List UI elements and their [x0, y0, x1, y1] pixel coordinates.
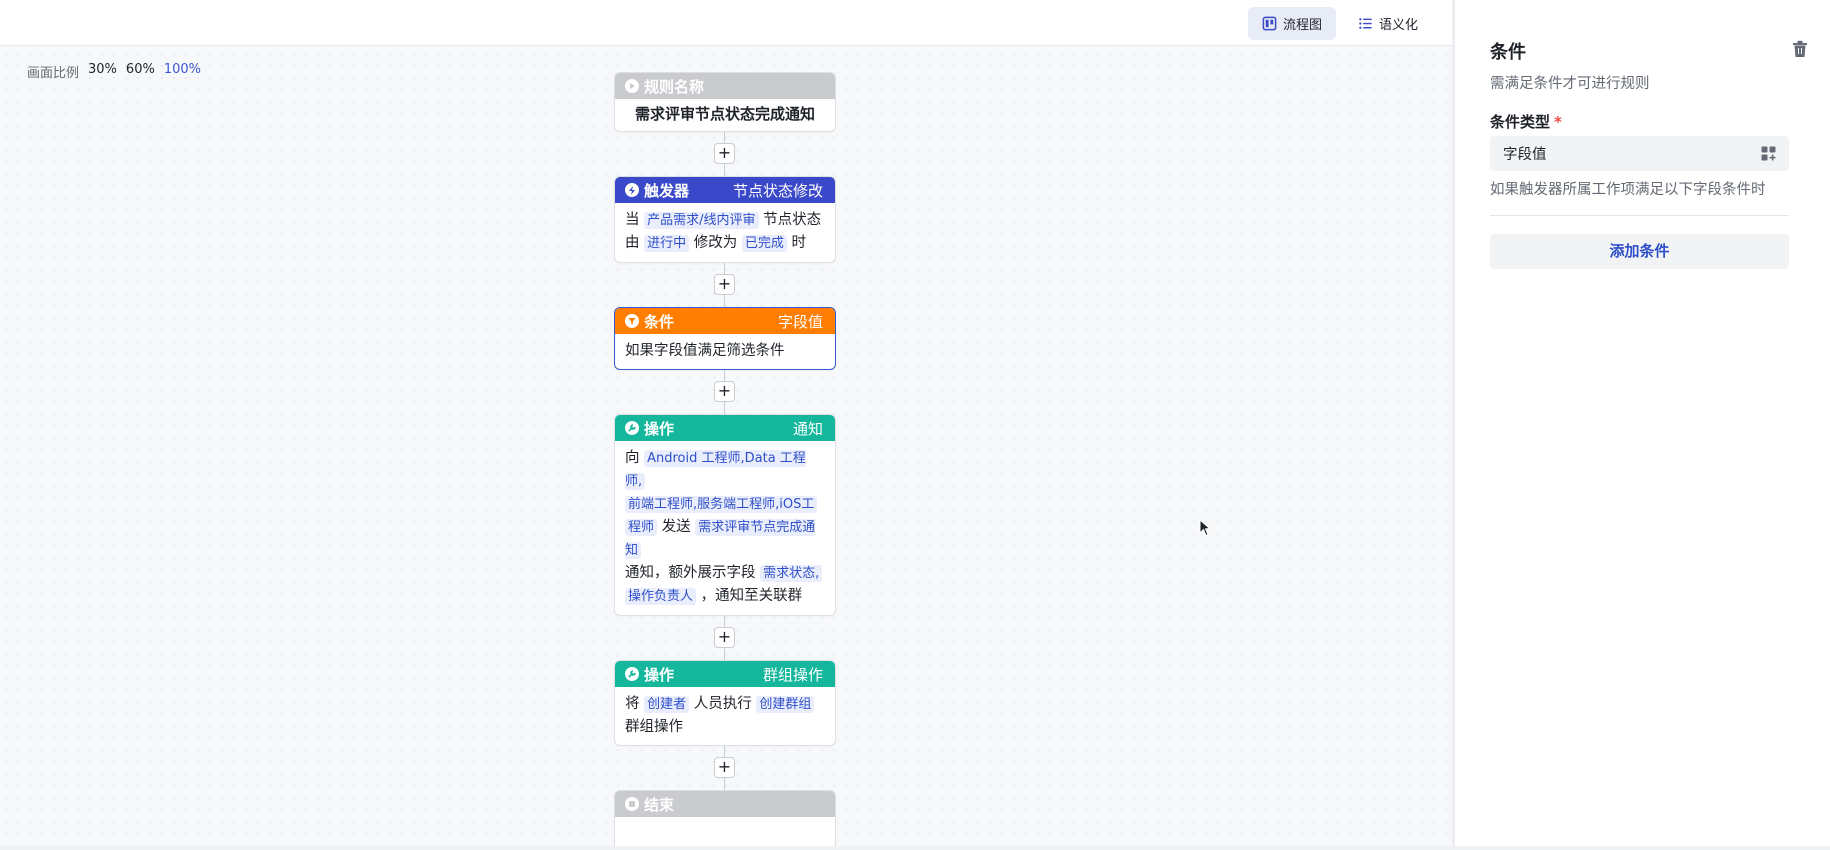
play-icon — [625, 79, 639, 93]
action-tag-fields: 需求状态, — [760, 565, 823, 582]
wrench-icon — [625, 421, 639, 435]
condition-node[interactable]: 条件 字段值 如果字段值满足筛选条件 — [614, 307, 836, 370]
condition-type-label: 条件类型 * — [1490, 111, 1562, 132]
trigger-tag-node: 产品需求/线内评审 — [644, 212, 759, 229]
end-header: 结束 — [615, 791, 835, 817]
required-mark: * — [1554, 113, 1562, 131]
trigger-node[interactable]: 触发器 节点状态修改 当 产品需求/线内评审 节点状态 由 进行中 修改为 已完… — [614, 176, 836, 263]
zoom-control: 画面比例 30% 60% 100% — [27, 62, 201, 81]
action-notify-header: 操作 通知 — [615, 415, 835, 441]
add-step-button[interactable]: + — [714, 274, 735, 295]
top-toolbar: 流程图 语义化 — [0, 0, 1452, 46]
condition-panel: 条件 需满足条件才可进行规则 条件类型 * 字段值 如果触发器所属工作项满足以下字… — [1452, 0, 1830, 850]
panel-title: 条件 — [1490, 42, 1526, 63]
trigger-text: 由 — [625, 235, 640, 251]
panel-subtitle: 需满足条件才可进行规则 — [1490, 76, 1650, 92]
tab-semantic[interactable]: 语义化 — [1344, 7, 1432, 40]
zoom-option-100[interactable]: 100% — [164, 62, 201, 81]
condition-header: 条件 字段值 — [615, 308, 835, 334]
trigger-text: 节点状态 — [763, 212, 822, 228]
end-header-label: 结束 — [644, 795, 675, 814]
action-text: 人员执行 — [693, 696, 752, 712]
rule-flow: 规则名称 需求评审节点状态完成通知 + 触发器 节点状态修改 当 产品需求/线内… — [614, 72, 836, 850]
trigger-header-label: 触发器 — [644, 181, 690, 200]
condition-hint: 如果触发器所属工作项满足以下字段条件时 — [1490, 182, 1766, 198]
flowchart-icon — [1262, 16, 1277, 31]
action-group-node[interactable]: 操作 群组操作 将 创建者 人员执行 创建群组 群组操作 — [614, 660, 836, 746]
action-notify-body: 向 Android 工程师,Data 工程师, 前端工程师,服务端工程师,iOS… — [615, 441, 835, 615]
trigger-type: 节点状态修改 — [732, 181, 823, 200]
zoom-option-30[interactable]: 30% — [88, 62, 117, 81]
connector: + — [614, 746, 836, 790]
action-group-header-label: 操作 — [644, 665, 675, 684]
condition-type-select[interactable]: 字段值 — [1490, 136, 1789, 171]
add-step-button[interactable]: + — [714, 757, 735, 778]
action-text: 将 — [625, 696, 640, 712]
action-text: 向 — [625, 450, 640, 466]
action-notify-node[interactable]: 操作 通知 向 Android 工程师,Data 工程师, 前端工程师,服务端工… — [614, 414, 836, 616]
action-tag-recipients: 程师 — [625, 519, 658, 536]
action-text: ，通知至关联群 — [700, 588, 803, 604]
trigger-text: 时 — [791, 235, 806, 251]
action-text: 通知，额外展示字段 — [625, 565, 756, 581]
action-tag-recipients: 前端工程师,服务端工程师,iOS工 — [625, 496, 818, 513]
lightning-icon — [625, 183, 639, 197]
flow-canvas[interactable]: 流程图 语义化 画面比例 30% 60% 100% 规则名称 需求评审节点状态完… — [0, 0, 1452, 850]
tab-flowchart-label: 流程图 — [1282, 18, 1322, 33]
trigger-body: 当 产品需求/线内评审 节点状态 由 进行中 修改为 已完成 时 — [615, 203, 835, 262]
connector: + — [614, 132, 836, 176]
grid-add-icon — [1761, 146, 1776, 161]
condition-type-value: 字段值 — [1503, 147, 1547, 163]
add-condition-button[interactable]: 添加条件 — [1490, 234, 1789, 269]
action-text: 发送 — [661, 519, 691, 535]
action-text: 群组操作 — [625, 719, 683, 735]
trigger-text: 当 — [625, 212, 640, 228]
action-tag-creator: 创建者 — [644, 696, 690, 713]
condition-header-label: 条件 — [644, 312, 675, 331]
stop-icon — [625, 797, 639, 811]
view-toggle: 流程图 语义化 — [1247, 7, 1432, 40]
trigger-text: 修改为 — [693, 235, 738, 251]
connector: + — [614, 616, 836, 660]
action-tag-recipients: Android 工程师,Data 工程师, — [625, 450, 806, 490]
trigger-tag-from-status: 进行中 — [644, 235, 690, 252]
action-tag-create-group: 创建群组 — [756, 696, 815, 713]
rule-name-text: 需求评审节点状态完成通知 — [634, 105, 815, 123]
action-tag-fields: 操作负责人 — [625, 588, 697, 605]
trash-icon[interactable] — [1792, 40, 1808, 58]
tab-semantic-label: 语义化 — [1378, 18, 1418, 33]
bottom-edge — [0, 846, 1830, 850]
action-notify-header-label: 操作 — [644, 419, 675, 438]
condition-text: 如果字段值满足筛选条件 — [625, 343, 785, 359]
rule-name-header-label: 规则名称 — [644, 77, 705, 96]
end-node[interactable]: 结束 — [614, 790, 836, 850]
condition-type-label-text: 条件类型 — [1490, 113, 1551, 131]
zoom-label: 画面比例 — [27, 66, 80, 81]
condition-type: 字段值 — [777, 312, 823, 331]
add-step-button[interactable]: + — [714, 627, 735, 648]
filter-icon — [625, 314, 639, 328]
action-group-type: 群组操作 — [762, 665, 823, 684]
tab-flowchart[interactable]: 流程图 — [1247, 7, 1336, 40]
wrench-icon — [625, 667, 639, 681]
trigger-tag-to-status: 已完成 — [741, 235, 787, 252]
divider — [1490, 215, 1789, 216]
rule-name-node[interactable]: 规则名称 需求评审节点状态完成通知 — [614, 72, 836, 132]
rule-name-header: 规则名称 — [615, 73, 835, 99]
list-icon — [1359, 18, 1372, 29]
action-group-body: 将 创建者 人员执行 创建群组 群组操作 — [615, 687, 835, 745]
action-group-header: 操作 群组操作 — [615, 661, 835, 687]
connector: + — [614, 370, 836, 414]
trigger-header: 触发器 节点状态修改 — [615, 177, 835, 203]
mouse-cursor-icon — [1199, 519, 1211, 537]
zoom-option-60[interactable]: 60% — [126, 62, 155, 81]
connector: + — [614, 263, 836, 307]
add-step-button[interactable]: + — [714, 381, 735, 402]
action-notify-type: 通知 — [792, 419, 823, 438]
add-step-button[interactable]: + — [714, 143, 735, 164]
